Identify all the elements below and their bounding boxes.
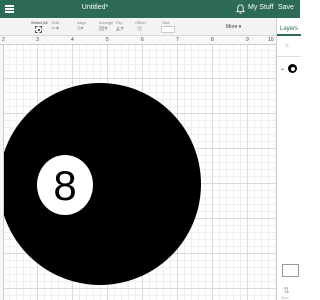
- eight-ball-shape[interactable]: 8: [4, 45, 276, 300]
- save-button[interactable]: Save: [278, 4, 294, 11]
- size-input[interactable]: [161, 26, 175, 33]
- design-canvas[interactable]: 8: [4, 45, 276, 300]
- edit-icon[interactable]: ✂▾: [51, 26, 59, 32]
- ruler-mark: 5: [106, 37, 109, 43]
- align-label: Align: [77, 20, 86, 25]
- offset-icon[interactable]: ◎: [137, 26, 142, 32]
- select-all-label: Select All: [31, 20, 48, 25]
- ruler-mark: 10: [268, 37, 274, 43]
- ruler-mark: 6: [141, 37, 144, 43]
- active-tab-indicator: [277, 34, 301, 36]
- offset-label: Offset: [135, 20, 146, 25]
- flip-icon[interactable]: ◭▾: [116, 26, 124, 32]
- ruler-mark: 2: [2, 37, 5, 43]
- select-all-icon[interactable]: [35, 26, 42, 33]
- edit-toolbar: Select All Edit ✂▾ Align ≡▾ Arrange ▤▾ F…: [0, 18, 300, 36]
- top-header-bar: Untitled* My Stuff Save: [0, 0, 300, 18]
- flip-label: Flip: [116, 20, 123, 25]
- edit-label: Edit: [52, 20, 59, 25]
- size-label: Size: [162, 20, 170, 25]
- ruler-mark: 7: [176, 37, 179, 43]
- top-ruler: 2 3 4 5 6 7 8 9 10: [0, 36, 276, 45]
- ball-body: [4, 83, 201, 285]
- sync-icon[interactable]: ⇅: [283, 286, 290, 295]
- bell-icon[interactable]: [236, 4, 245, 14]
- ruler-mark: 9: [246, 37, 249, 43]
- ruler-mark: 3: [36, 37, 39, 43]
- panel-divider: [277, 56, 301, 57]
- chevron-down-icon[interactable]: ⌄: [280, 65, 285, 72]
- sync-label: Sync: [281, 296, 289, 300]
- arrange-label: Arrange: [99, 20, 114, 25]
- canvas-color-swatch[interactable]: [282, 264, 299, 277]
- ball-number: 8: [53, 162, 76, 209]
- layers-panel: Layers ⌗ ⌄ ⇅ Sync: [276, 18, 301, 300]
- layer-item[interactable]: ⌄: [277, 62, 301, 76]
- document-title: Untitled*: [81, 4, 109, 11]
- group-icon[interactable]: ⌗: [285, 43, 289, 51]
- arrange-icon[interactable]: ▤▾: [99, 26, 108, 32]
- ruler-mark: 8: [211, 37, 214, 43]
- tab-layers[interactable]: Layers: [280, 26, 298, 32]
- layer-thumbnail: [288, 64, 297, 73]
- ruler-mark: 4: [71, 37, 74, 43]
- more-menu-button[interactable]: More ▾: [226, 24, 241, 30]
- align-icon[interactable]: ≡▾: [77, 26, 84, 32]
- my-stuff-link[interactable]: My Stuff: [248, 4, 274, 11]
